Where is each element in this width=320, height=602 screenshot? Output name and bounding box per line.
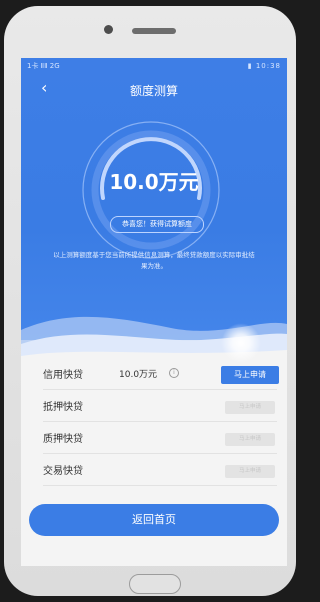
loan-row-mortgage: 抵押快贷 马上申请	[21, 390, 287, 422]
apply-button[interactable]: 马上申请	[221, 366, 279, 384]
app-screen: 1卡 ⅡⅡ 2G ▮ 10:38 ‹ 额度测算 10.0万元 恭喜您！获得试算额…	[21, 58, 287, 566]
earpiece-speaker	[132, 28, 176, 34]
loan-name: 质押快贷	[43, 434, 83, 445]
return-home-button[interactable]: 返回首页	[29, 504, 279, 536]
loan-name: 信用快贷	[43, 370, 83, 381]
light-glare	[221, 323, 261, 363]
loan-row-credit: 信用快贷 10.0万元 i 马上申请	[21, 358, 287, 390]
status-bar: 1卡 ⅡⅡ 2G ▮ 10:38	[21, 58, 287, 74]
apply-button-disabled[interactable]: 马上申请	[225, 465, 275, 478]
loan-row-pledge: 质押快贷 马上申请	[21, 422, 287, 454]
phone-frame: 1卡 ⅡⅡ 2G ▮ 10:38 ‹ 额度测算 10.0万元 恭喜您！获得试算额…	[4, 6, 296, 596]
row-divider	[43, 485, 277, 486]
loan-name: 抵押快贷	[43, 402, 83, 413]
info-icon[interactable]: i	[169, 368, 179, 378]
loan-amount: 10.0万元	[119, 370, 158, 380]
loan-name: 交易快贷	[43, 466, 83, 477]
apply-button-disabled[interactable]: 马上申请	[225, 401, 275, 414]
apply-button-disabled[interactable]: 马上申请	[225, 433, 275, 446]
time-status: ▮ 10:38	[247, 62, 281, 70]
loan-row-trade: 交易快贷 马上申请	[21, 454, 287, 486]
front-camera	[104, 25, 113, 34]
signal-status: 1卡 ⅡⅡ 2G	[27, 62, 60, 70]
disclaimer-text: 以上测算额度基于您当前所提供信息测算，最终贷款额度以实际审批结果为准。	[53, 251, 255, 270]
page-title: 额度测算	[129, 84, 178, 98]
hardware-home-button[interactable]	[129, 574, 181, 594]
congrats-badge: 恭喜您！获得试算额度	[110, 216, 204, 233]
loan-list: 信用快贷 10.0万元 i 马上申请 抵押快贷 马上申请 质押快贷 马上申请 交…	[21, 358, 287, 488]
quota-amount: 10.0万元	[109, 170, 199, 194]
